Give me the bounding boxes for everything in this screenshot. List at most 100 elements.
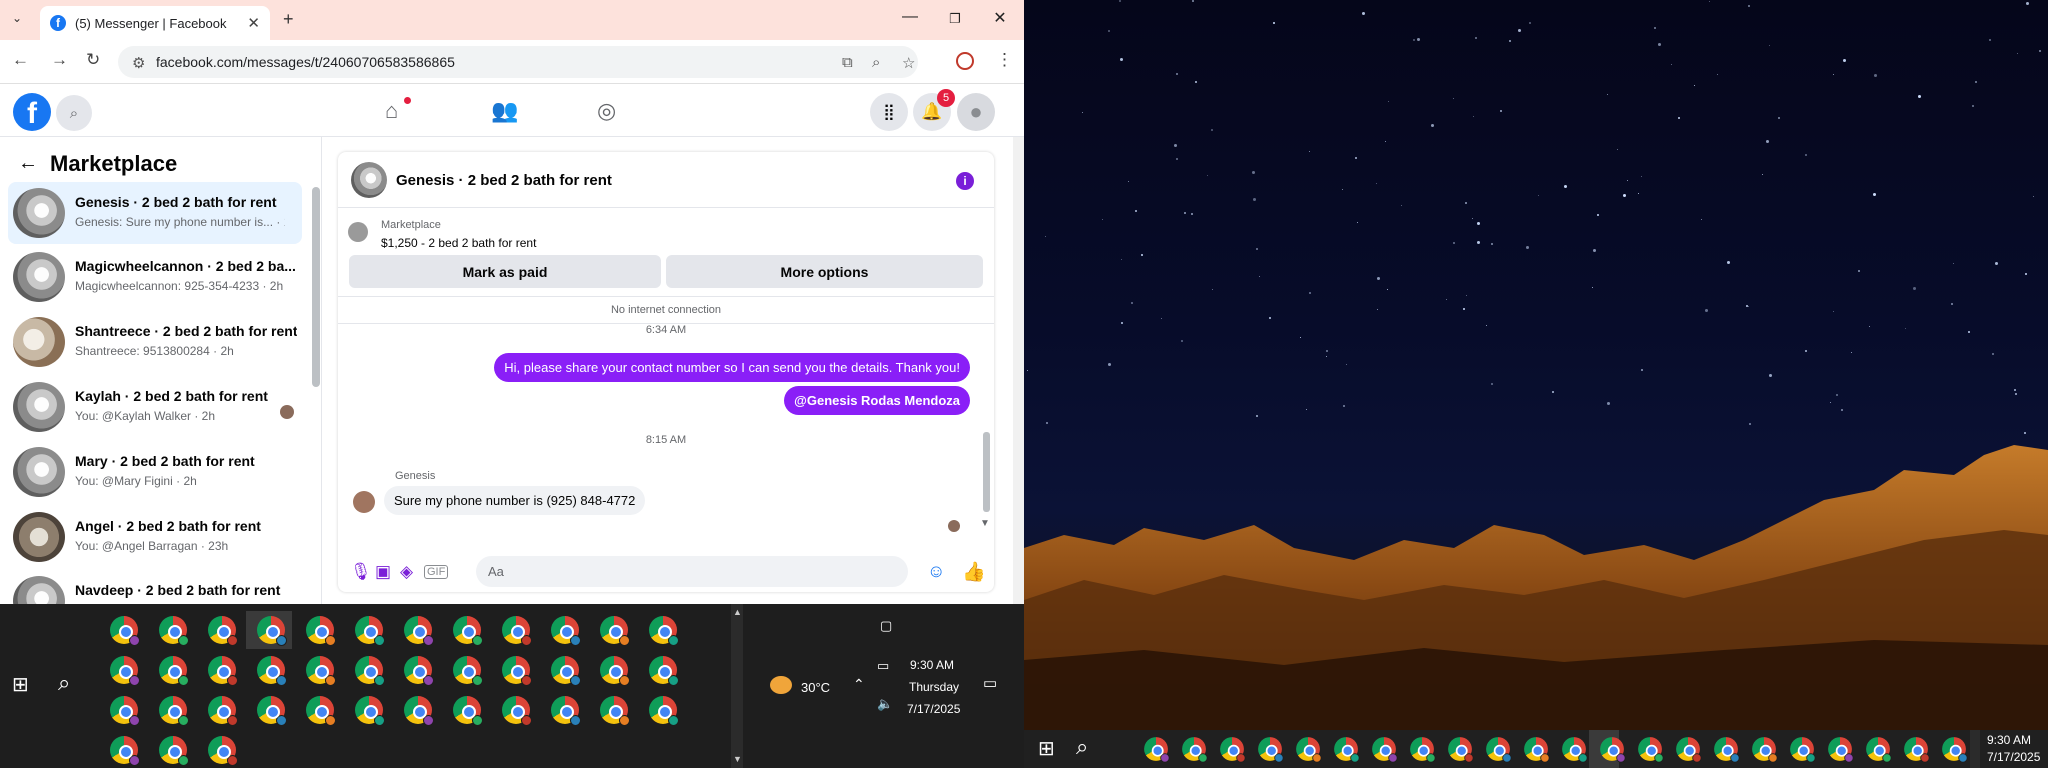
- conversation-item[interactable]: Navdeep · 2 bed 2 bath for rent: [8, 570, 302, 604]
- chrome-taskbar-icon[interactable]: [1410, 737, 1436, 763]
- chrome-taskbar-icon[interactable]: [551, 696, 581, 726]
- chrome-taskbar-icon[interactable]: [110, 616, 140, 646]
- home-icon[interactable]: ⌂: [385, 98, 398, 124]
- install-icon[interactable]: ⧉: [842, 54, 853, 71]
- chrome-taskbar-icon[interactable]: [404, 696, 434, 726]
- tab-close-icon[interactable]: ✕: [247, 14, 260, 32]
- chrome-taskbar-icon[interactable]: [208, 736, 238, 766]
- start-button[interactable]: ⊞: [1038, 736, 1055, 761]
- thumbs-up-icon[interactable]: 👍: [962, 560, 986, 584]
- chrome-taskbar-icon[interactable]: [306, 656, 336, 686]
- chrome-taskbar-icon[interactable]: [551, 656, 581, 686]
- scroll-down-arrow-icon[interactable]: ▼: [980, 518, 990, 529]
- profile-icon[interactable]: [956, 52, 974, 70]
- chrome-taskbar-icon[interactable]: [306, 696, 336, 726]
- weather-icon[interactable]: [770, 676, 792, 694]
- chrome-taskbar-icon[interactable]: [1714, 737, 1740, 763]
- clock-time[interactable]: 9:30 AM: [1987, 733, 2031, 747]
- clock-date[interactable]: 7/17/2025: [1987, 750, 2040, 764]
- microphone-icon[interactable]: 🎙: [350, 562, 372, 582]
- chrome-taskbar-icon[interactable]: [208, 656, 238, 686]
- browser-tab[interactable]: f (5) Messenger | Facebook ✕: [40, 6, 270, 40]
- chrome-taskbar-icon[interactable]: [355, 616, 385, 646]
- chrome-taskbar-icon[interactable]: [502, 696, 532, 726]
- chrome-taskbar-icon[interactable]: [1904, 737, 1930, 763]
- chrome-taskbar-icon[interactable]: [502, 656, 532, 686]
- taskbar-scrollbar[interactable]: [1970, 730, 1980, 768]
- new-tab-icon[interactable]: +: [283, 9, 294, 30]
- account-avatar[interactable]: ●: [957, 93, 995, 131]
- chrome-taskbar-icon[interactable]: [110, 736, 140, 766]
- chrome-taskbar-icon[interactable]: [1828, 737, 1854, 763]
- chrome-taskbar-icon[interactable]: [1790, 737, 1816, 763]
- chrome-taskbar-icon[interactable]: [600, 696, 630, 726]
- scroll-up-arrow-icon[interactable]: ▲: [733, 607, 742, 617]
- clock-day[interactable]: Thursday: [909, 680, 959, 694]
- emoji-icon[interactable]: ☺: [927, 561, 945, 582]
- conversation-scrollbar[interactable]: [312, 187, 320, 387]
- chrome-taskbar-icon[interactable]: [1220, 737, 1246, 763]
- back-arrow-icon[interactable]: ←: [12, 50, 29, 70]
- chrome-taskbar-icon[interactable]: [1144, 737, 1170, 763]
- meet-now-icon[interactable]: ▢: [880, 618, 892, 634]
- conversation-item[interactable]: Magicwheelcannon · 2 bed 2 ba... Magicwh…: [8, 246, 302, 308]
- chat-title[interactable]: Genesis · 2 bed 2 bath for rent: [396, 172, 612, 189]
- tray-chevron-icon[interactable]: ⌃: [853, 676, 865, 693]
- menu-grid-icon[interactable]: ⣿: [870, 93, 908, 131]
- chrome-taskbar-icon[interactable]: [1258, 737, 1284, 763]
- minimize-button[interactable]: —: [890, 8, 930, 26]
- chrome-taskbar-icon[interactable]: [1676, 737, 1702, 763]
- chrome-taskbar-icon[interactable]: [208, 696, 238, 726]
- mark-as-paid-button[interactable]: Mark as paid: [349, 255, 661, 288]
- chrome-taskbar-icon[interactable]: [1486, 737, 1512, 763]
- chrome-taskbar-icon[interactable]: [1334, 737, 1360, 763]
- chrome-taskbar-icon[interactable]: [110, 696, 140, 726]
- chrome-taskbar-icon[interactable]: [600, 616, 630, 646]
- chrome-taskbar-icon[interactable]: [355, 656, 385, 686]
- page-scrollbar[interactable]: [1013, 137, 1024, 604]
- chrome-taskbar-icon[interactable]: [649, 696, 679, 726]
- bookmark-star-icon[interactable]: ☆: [902, 54, 915, 72]
- chrome-taskbar-icon[interactable]: [159, 616, 189, 646]
- chrome-taskbar-icon[interactable]: [1182, 737, 1208, 763]
- gif-icon[interactable]: GIF: [424, 565, 449, 579]
- conversation-item[interactable]: Angel · 2 bed 2 bath for rent You: @Ange…: [8, 506, 302, 568]
- back-arrow-icon[interactable]: ←: [18, 152, 38, 175]
- maximize-button[interactable]: ❐: [935, 11, 975, 27]
- notifications-icon[interactable]: ▭: [983, 674, 997, 692]
- info-icon[interactable]: i: [956, 172, 974, 190]
- message-input[interactable]: Aa: [476, 556, 908, 587]
- chrome-taskbar-icon[interactable]: [600, 656, 630, 686]
- start-button[interactable]: ⊞: [12, 672, 29, 697]
- search-icon[interactable]: ⌕: [58, 670, 70, 696]
- chrome-taskbar-icon[interactable]: [110, 656, 140, 686]
- photo-icon[interactable]: ▣: [375, 562, 391, 582]
- conversation-item[interactable]: Shantreece · 2 bed 2 bath for rent Shant…: [8, 311, 302, 373]
- chrome-taskbar-icon[interactable]: [208, 616, 238, 646]
- clock-time[interactable]: 9:30 AM: [910, 658, 954, 672]
- outgoing-message[interactable]: @Genesis Rodas Mendoza: [784, 386, 970, 415]
- search-icon[interactable]: ⌕: [56, 95, 92, 131]
- network-icon[interactable]: ▭: [877, 658, 889, 674]
- conversation-item[interactable]: Genesis · 2 bed 2 bath for rent Genesis:…: [8, 182, 302, 244]
- chat-scrollbar[interactable]: [983, 432, 990, 512]
- chrome-taskbar-icon[interactable]: [355, 696, 385, 726]
- chrome-taskbar-icon[interactable]: [1942, 737, 1968, 763]
- reload-icon[interactable]: ↻: [86, 50, 100, 70]
- chrome-taskbar-icon[interactable]: [404, 616, 434, 646]
- tab-search-icon[interactable]: ⌄: [12, 11, 22, 25]
- search-icon[interactable]: ⌕: [1076, 734, 1088, 760]
- site-info-icon[interactable]: ⚙: [132, 54, 145, 72]
- zoom-icon[interactable]: ⌕: [872, 54, 880, 71]
- chrome-taskbar-icon[interactable]: [1562, 737, 1588, 763]
- incoming-message[interactable]: Sure my phone number is (925) 848-4772: [384, 486, 646, 515]
- scroll-down-arrow-icon[interactable]: ▼: [733, 754, 742, 764]
- chrome-taskbar-icon[interactable]: [1752, 737, 1778, 763]
- chrome-taskbar-icon[interactable]: [1866, 737, 1892, 763]
- close-button[interactable]: ✕: [980, 8, 1020, 28]
- chrome-taskbar-icon[interactable]: [649, 656, 679, 686]
- forward-arrow-icon[interactable]: →: [51, 50, 68, 70]
- chrome-taskbar-icon[interactable]: [257, 656, 287, 686]
- outgoing-message[interactable]: Hi, please share your contact number so …: [494, 353, 970, 382]
- chrome-taskbar-icon[interactable]: [159, 656, 189, 686]
